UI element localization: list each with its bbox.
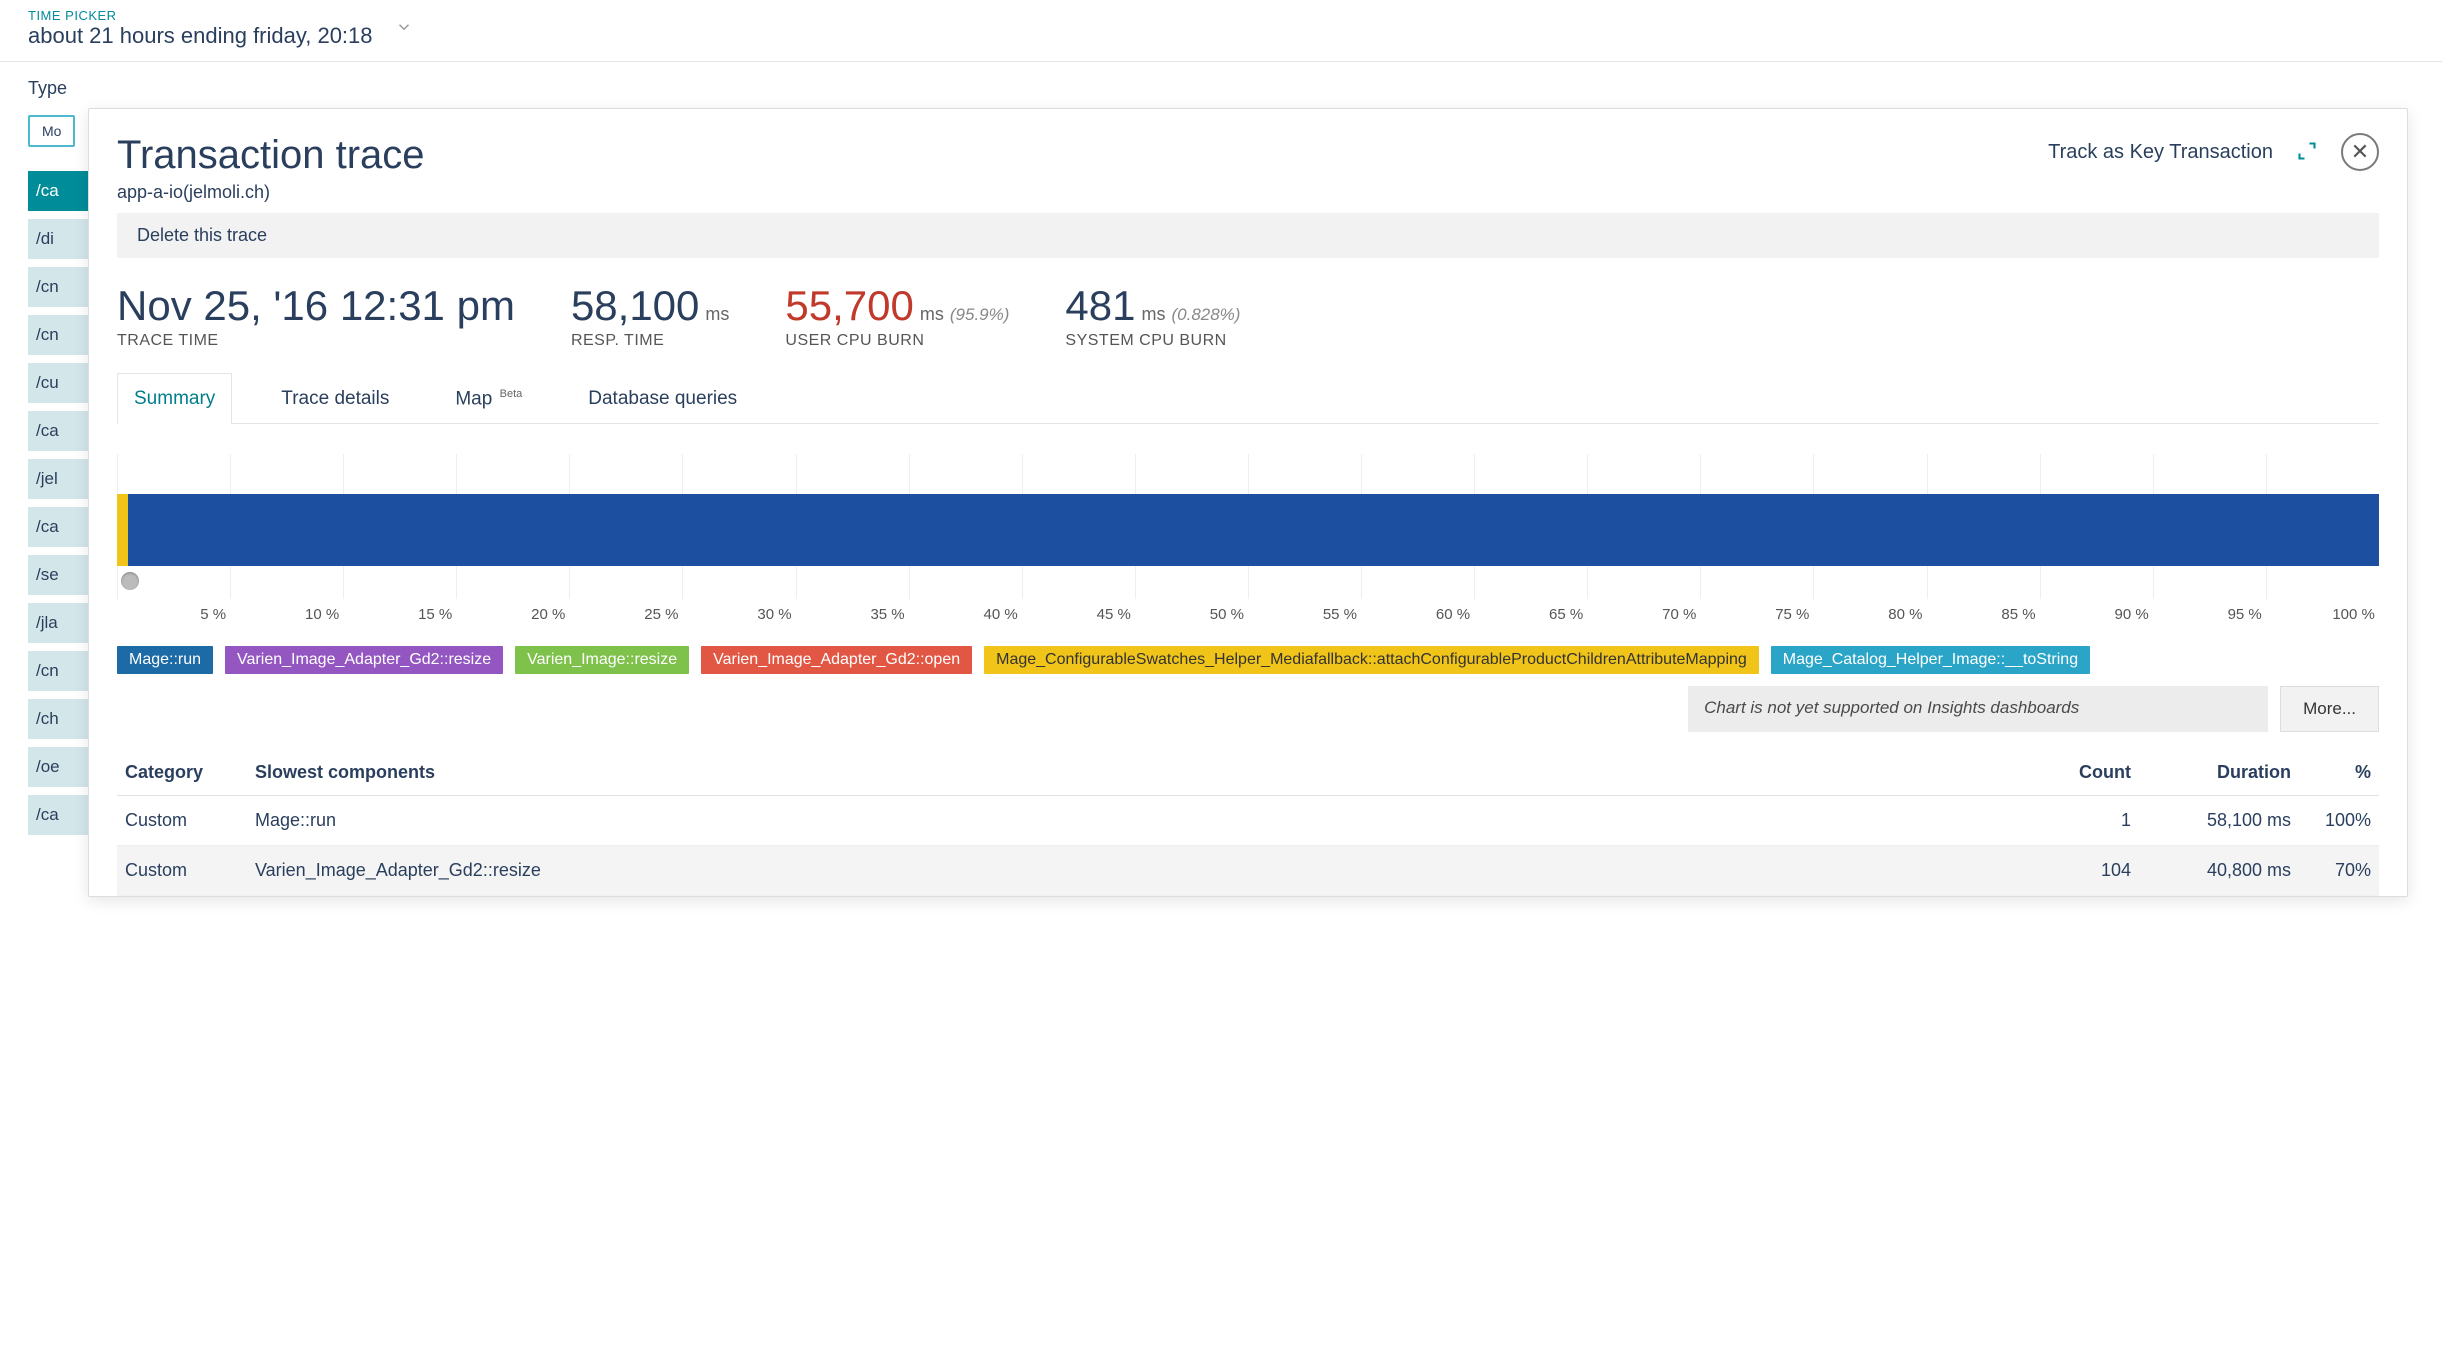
- th-category[interactable]: Category: [117, 750, 247, 796]
- insights-row: Chart is not yet supported on Insights d…: [117, 686, 2379, 732]
- timeline-band-segment: [117, 494, 128, 566]
- legend-pill[interactable]: Varien_Image_Adapter_Gd2::open: [701, 646, 972, 674]
- legend-pill[interactable]: Varien_Image_Adapter_Gd2::resize: [225, 646, 503, 674]
- tx-list-item[interactable]: /cn: [28, 315, 88, 355]
- chevron-down-icon[interactable]: [395, 18, 413, 39]
- timeline-tick-label: 70 %: [1587, 606, 1700, 623]
- timeline-x-labels: 5 %10 %15 %20 %25 %30 %35 %40 %45 %50 %5…: [117, 606, 2379, 623]
- timeline-tick-label: 90 %: [2040, 606, 2153, 623]
- timeline-tick-label: 10 %: [230, 606, 343, 623]
- timeline-tick-label: 95 %: [2153, 606, 2266, 623]
- delete-trace-bar: Delete this trace: [117, 213, 2379, 258]
- tx-list-item[interactable]: /di: [28, 219, 88, 259]
- legend-pill[interactable]: Mage_ConfigurableSwatches_Helper_Mediafa…: [984, 646, 1759, 674]
- cell-component: Mage::run: [247, 796, 2029, 846]
- timeline-tick-label: 100 %: [2266, 606, 2379, 623]
- time-picker-bar[interactable]: TIME PICKER about 21 hours ending friday…: [0, 0, 2442, 62]
- timeline-tick-label: 75 %: [1700, 606, 1813, 623]
- tx-list-item[interactable]: /jel: [28, 459, 88, 499]
- metric-user-cpu-burn: 55,700 ms (95.9%) USER CPU BURN: [785, 282, 1009, 350]
- cell-count: 104: [2029, 846, 2139, 896]
- cell-category: Custom: [117, 846, 247, 896]
- metric-system-cpu-burn: 481 ms (0.828%) SYSTEM CPU BURN: [1065, 282, 1240, 350]
- type-label: Type: [28, 78, 2442, 99]
- timeline-tick-label: 5 %: [117, 606, 230, 623]
- tx-list-item[interactable]: /cn: [28, 651, 88, 691]
- th-duration[interactable]: Duration: [2139, 750, 2299, 796]
- legend-pill[interactable]: Mage_Catalog_Helper_Image::__toString: [1771, 646, 2090, 674]
- time-picker-value: about 21 hours ending friday, 20:18: [28, 23, 373, 49]
- filter-tag[interactable]: Mo: [28, 115, 75, 147]
- delete-trace-link[interactable]: Delete this trace: [137, 225, 267, 245]
- track-key-transaction-link[interactable]: Track as Key Transaction: [2048, 141, 2273, 164]
- th-pct[interactable]: %: [2299, 750, 2379, 796]
- tx-list-item[interactable]: /oe: [28, 747, 88, 787]
- timeline-tick-label: 40 %: [909, 606, 1022, 623]
- cell-pct: 100%: [2299, 796, 2379, 846]
- cell-duration: 40,800 ms: [2139, 846, 2299, 896]
- more-button[interactable]: More...: [2280, 686, 2379, 732]
- tx-list-item[interactable]: /se: [28, 555, 88, 595]
- slowest-components-table: Category Slowest components Count Durati…: [117, 750, 2379, 896]
- timeline-tick-label: 60 %: [1361, 606, 1474, 623]
- modal-subtitle: app-a-io(jelmoli.ch): [117, 182, 425, 203]
- time-picker[interactable]: TIME PICKER about 21 hours ending friday…: [28, 8, 373, 49]
- timeline-tick-label: 25 %: [569, 606, 682, 623]
- timeline-tick-label: 30 %: [682, 606, 795, 623]
- timeline-chart[interactable]: 5 %10 %15 %20 %25 %30 %35 %40 %45 %50 %5…: [117, 454, 2379, 634]
- tx-list-item[interactable]: /ca: [28, 795, 88, 835]
- cell-count: 1: [2029, 796, 2139, 846]
- legend: Mage::run Varien_Image_Adapter_Gd2::resiz…: [117, 646, 2379, 674]
- tx-list-item[interactable]: /cu: [28, 363, 88, 403]
- tx-list-item[interactable]: /ca: [28, 411, 88, 451]
- timeline-band: [117, 494, 2379, 566]
- tx-list-item[interactable]: /ch: [28, 699, 88, 739]
- timeline-tick-label: 65 %: [1474, 606, 1587, 623]
- close-icon: ✕: [2351, 141, 2369, 163]
- tx-list-item[interactable]: /cn: [28, 267, 88, 307]
- timeline-tick-label: 85 %: [1927, 606, 2040, 623]
- tab-database-queries[interactable]: Database queries: [571, 373, 754, 424]
- metric-trace-time: Nov 25, '16 12:31 pm TRACE TIME: [117, 282, 515, 350]
- transaction-trace-modal: Transaction trace app-a-io(jelmoli.ch) T…: [88, 108, 2408, 897]
- tx-list-item[interactable]: /ca: [28, 171, 88, 211]
- timeline-tick-label: 15 %: [343, 606, 456, 623]
- timeline-tick-label: 20 %: [456, 606, 569, 623]
- tab-map[interactable]: Map Beta: [438, 373, 539, 424]
- th-component[interactable]: Slowest components: [247, 750, 2029, 796]
- insights-unsupported-note: Chart is not yet supported on Insights d…: [1688, 686, 2268, 732]
- timeline-tick-label: 50 %: [1135, 606, 1248, 623]
- legend-pill[interactable]: Varien_Image::resize: [515, 646, 689, 674]
- tx-list-item[interactable]: /ca: [28, 507, 88, 547]
- expand-icon[interactable]: [2297, 141, 2317, 164]
- timeline-tick-label: 80 %: [1813, 606, 1926, 623]
- trace-tabs: Summary Trace details Map Beta Database …: [117, 372, 2379, 424]
- table-row[interactable]: CustomMage::run158,100 ms100%: [117, 796, 2379, 846]
- modal-title: Transaction trace: [117, 133, 425, 178]
- time-picker-label: TIME PICKER: [28, 8, 373, 23]
- cell-duration: 58,100 ms: [2139, 796, 2299, 846]
- timeline-tick-label: 55 %: [1248, 606, 1361, 623]
- legend-pill[interactable]: Mage::run: [117, 646, 213, 674]
- timeline-tick-label: 45 %: [1022, 606, 1135, 623]
- tx-list-item[interactable]: /jla: [28, 603, 88, 643]
- table-row[interactable]: CustomVarien_Image_Adapter_Gd2::resize10…: [117, 846, 2379, 896]
- tab-summary[interactable]: Summary: [117, 373, 232, 424]
- timeline-tick-label: 35 %: [796, 606, 909, 623]
- metrics-row: Nov 25, '16 12:31 pm TRACE TIME 58,100 m…: [117, 282, 2379, 350]
- close-button[interactable]: ✕: [2341, 133, 2379, 171]
- cell-pct: 70%: [2299, 846, 2379, 896]
- metric-resp-time: 58,100 ms RESP. TIME: [571, 282, 729, 350]
- th-count[interactable]: Count: [2029, 750, 2139, 796]
- cell-component: Varien_Image_Adapter_Gd2::resize: [247, 846, 2029, 896]
- tab-trace-details[interactable]: Trace details: [264, 373, 406, 424]
- cell-category: Custom: [117, 796, 247, 846]
